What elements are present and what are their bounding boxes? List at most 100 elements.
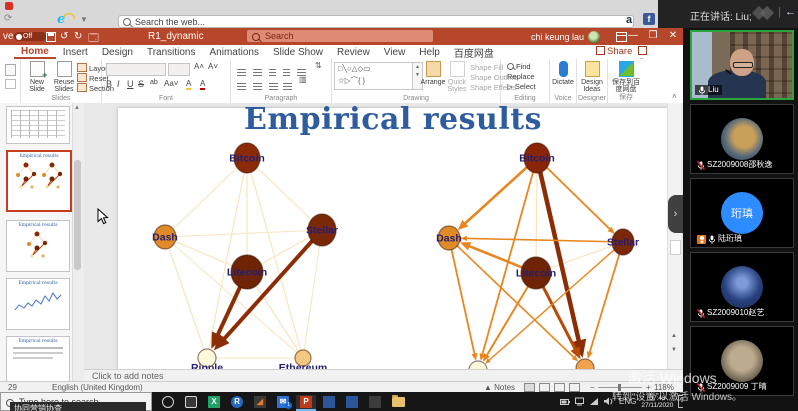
language-status[interactable]: English (United Kingdom)	[52, 383, 143, 392]
collapse-arrow-icon[interactable]: ←	[785, 6, 796, 18]
change-case-icon[interactable]: Aa˅	[164, 79, 178, 88]
clipboard-icon[interactable]	[5, 79, 16, 89]
bold-button[interactable]: B	[106, 79, 112, 89]
font-size-box[interactable]	[168, 63, 190, 76]
justify-icon[interactable]	[283, 78, 295, 96]
zoom-out-icon[interactable]: −	[590, 383, 595, 392]
char-spacing-button[interactable]: ab	[150, 79, 158, 86]
taskbar-app-file-explorer[interactable]	[388, 395, 408, 409]
replace-button[interactable]: Replace	[507, 72, 535, 81]
paste-icon[interactable]	[5, 64, 16, 76]
account-name[interactable]: chi keung lau	[531, 32, 584, 42]
grow-font-icon[interactable]: A˄	[194, 62, 204, 71]
taskbar-app-task-view[interactable]	[181, 395, 201, 409]
browser-dropdown-caret[interactable]: ▼	[80, 15, 88, 24]
taskbar-app-r-app[interactable]: R	[227, 395, 247, 409]
shapes-gallery[interactable]: □╲○△◇▭☆▷⌒{ }▲▼	[334, 62, 423, 90]
previous-slide-icon[interactable]: ▲	[671, 333, 677, 339]
participant-tile-sz2009008邵秋逸[interactable]: SZ2009008邵秋逸	[690, 104, 794, 174]
tab-help[interactable]: Help	[412, 47, 447, 58]
collapse-ribbon-icon[interactable]: ˄	[672, 92, 677, 101]
amazon-icon[interactable]: a	[626, 14, 632, 26]
design-ideas-button[interactable]: Design Ideas	[577, 61, 607, 93]
tab-home[interactable]: Home	[14, 46, 56, 59]
muted-mic-icon	[697, 161, 705, 170]
quick-styles-button[interactable]: Quick Styles	[444, 61, 470, 93]
tab-百度网盘[interactable]: 百度网盘	[447, 45, 501, 60]
zoom-panel-expand-tab[interactable]: ›	[668, 195, 683, 233]
network-icon[interactable]	[589, 397, 599, 406]
participant-tile-sz2009010赵艺[interactable]: SZ2009010赵艺	[690, 252, 794, 322]
tab-view[interactable]: View	[377, 47, 413, 58]
arrange-button[interactable]: Arrange	[420, 61, 446, 86]
participant-tile-陆珩瑱[interactable]: 珩瑱陆珩瑱	[690, 178, 794, 248]
arrange-icon	[426, 61, 441, 77]
autosave-toggle[interactable]: Off	[14, 32, 47, 41]
network-edge	[165, 230, 322, 237]
shape-fill-button[interactable]: Shape Fill	[470, 63, 503, 72]
account-avatar[interactable]	[588, 31, 600, 43]
slide[interactable]: Empirical results BitcoinDashStellarLite…	[118, 108, 668, 369]
undo-icon[interactable]: ↺	[60, 31, 68, 42]
underline-button[interactable]: U	[127, 79, 134, 89]
minimize-button[interactable]: —	[624, 30, 642, 41]
font-color-icon[interactable]: A	[200, 79, 205, 90]
select-button[interactable]: ▷ Select	[507, 82, 536, 91]
slide-thumbnail-3[interactable]: Empirical results	[6, 220, 70, 272]
autosave-label: ve	[3, 31, 14, 42]
tab-slide-show[interactable]: Slide Show	[266, 47, 330, 58]
reload-icon[interactable]: ⟳	[4, 13, 12, 24]
slide-thumbnail-1[interactable]	[6, 106, 70, 144]
highlight-color-icon[interactable]: A	[186, 79, 191, 90]
slide-thumbnail-2[interactable]: Empirical results	[6, 150, 72, 212]
ppt-search-input[interactable]: Search	[247, 30, 433, 42]
slide-thumbnail-5[interactable]: Empirical results	[6, 336, 70, 382]
baidu-save-button[interactable]: 保存到百度网盘	[611, 61, 641, 93]
taskbar-app-app-blue-1[interactable]	[319, 395, 339, 409]
reuse-slides-button[interactable]: Reuse Slides	[49, 61, 79, 93]
next-slide-icon[interactable]: ▼	[671, 347, 677, 353]
text-direction-icon[interactable]: ⇅	[315, 61, 322, 70]
align-right-icon[interactable]	[269, 78, 281, 96]
share-button[interactable]: Share	[596, 46, 632, 57]
thumbnails-scroll-thumb[interactable]	[74, 160, 81, 270]
shrink-font-icon[interactable]: A˅	[208, 62, 218, 71]
slide-scroll-thumb[interactable]	[670, 240, 681, 255]
strikethrough-button[interactable]: S	[138, 79, 144, 89]
tab-review[interactable]: Review	[330, 47, 377, 58]
columns-icon[interactable]: ▥	[299, 75, 307, 84]
tab-animations[interactable]: Animations	[203, 47, 266, 58]
battery-icon[interactable]	[560, 398, 570, 406]
facebook-icon[interactable]: f	[643, 13, 655, 25]
thumbnails-scroll-up-icon[interactable]: ▲	[74, 105, 80, 111]
taskbar-app-app-blue-2[interactable]	[342, 395, 362, 409]
dictate-button[interactable]: Dictate	[548, 61, 578, 86]
slide-scrollbar[interactable]: ▲ ▼	[667, 103, 681, 369]
taskbar-app-mail[interactable]: ✉1	[273, 395, 293, 409]
participant-tile-liu[interactable]: Liu	[690, 30, 794, 100]
notes-toggle[interactable]: ▲ Notes	[484, 383, 515, 392]
slide-thumbnail-4[interactable]: Empirical results	[6, 278, 70, 330]
find-button[interactable]: Find	[507, 62, 531, 71]
align-left-icon[interactable]	[237, 78, 249, 96]
restore-button[interactable]: ❐	[644, 30, 662, 41]
save-icon[interactable]	[46, 32, 56, 42]
tab-insert[interactable]: Insert	[56, 47, 95, 58]
taskbar-app-matlab[interactable]: ◢	[250, 395, 270, 409]
taskbar-app-excel[interactable]: X	[204, 395, 224, 409]
tab-design[interactable]: Design	[95, 47, 140, 58]
taskbar-app-app-dark[interactable]	[365, 395, 385, 409]
notes-bar[interactable]: Click to add notes	[84, 369, 683, 381]
taskbar-app-powerpoint[interactable]: P	[296, 395, 316, 411]
close-button[interactable]: ✕	[664, 30, 682, 41]
align-center-icon[interactable]	[253, 78, 265, 96]
tab-transitions[interactable]: Transitions	[140, 47, 203, 58]
redo-icon[interactable]: ↻	[74, 31, 82, 42]
speaking-label: 正在讲话: Liu;	[690, 8, 752, 23]
italic-button[interactable]: I	[117, 79, 120, 89]
web-search-input[interactable]: Search the web...	[118, 15, 634, 28]
monitor-icon[interactable]	[575, 397, 584, 406]
font-name-box[interactable]	[106, 63, 166, 76]
taskbar-app-cortana[interactable]	[158, 395, 178, 409]
new-slide-button[interactable]: New Slide	[22, 61, 52, 93]
